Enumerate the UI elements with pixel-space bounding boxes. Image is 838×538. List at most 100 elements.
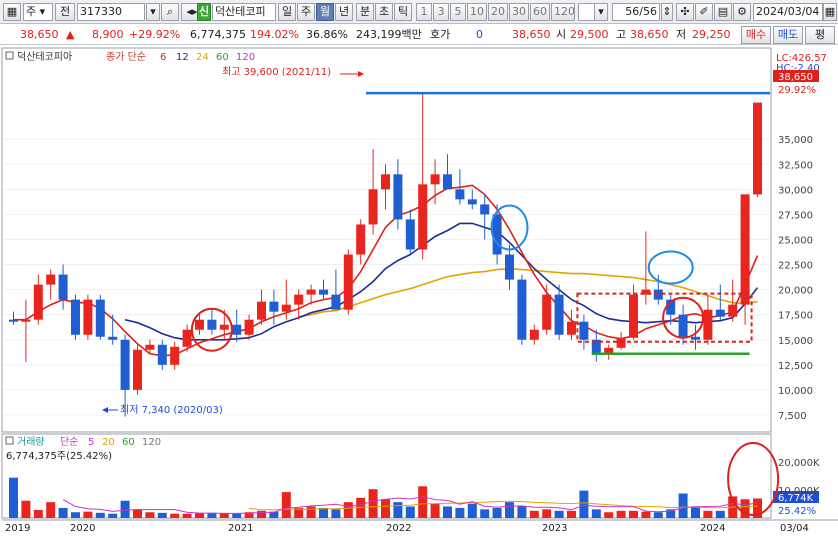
volume-bar-54 (678, 493, 688, 518)
volume-bar-2 (33, 509, 43, 518)
legend-ma24: 24 (196, 52, 209, 63)
candle-body-45 (567, 321, 576, 335)
volume-bar-48 (604, 512, 614, 518)
candle-body-10 (133, 349, 142, 390)
x-label-2022: 2022 (386, 523, 411, 534)
volume-legend-ma5: 5 (88, 437, 94, 448)
volume-bar-44 (554, 510, 564, 518)
volume-bar-37 (467, 503, 477, 518)
x-label-2023: 2023 (542, 523, 567, 534)
volume-bar-31 (393, 502, 403, 518)
search-icon[interactable]: ⌕ (161, 3, 179, 21)
tab-minute[interactable]: 분 (356, 3, 374, 21)
y-tick-30000: 30,000 (778, 185, 813, 196)
eval-button[interactable]: 평 (805, 26, 835, 44)
candle-body-6 (83, 299, 93, 335)
interval-1[interactable]: 1 (416, 3, 432, 21)
crosshair-icon[interactable]: ✣ (676, 3, 694, 21)
candle-body-32 (405, 219, 415, 250)
candle-body-29 (368, 189, 378, 225)
volume-bar-51 (641, 511, 651, 518)
volume-bar-41 (517, 506, 527, 518)
y-tick-15000: 15,000 (778, 336, 813, 347)
volume-bar-39 (492, 507, 502, 518)
sell-button[interactable]: 매도 (773, 26, 803, 44)
volume-legend-type: 단순 (60, 436, 78, 448)
volume-bar-33 (418, 486, 428, 518)
stock-chart[interactable]: 덕산테코피아 종가 단순 6 12 24 60 120 거래량 단순 5 20 … (0, 46, 838, 538)
grid-icon[interactable]: ▦ (3, 3, 21, 21)
volume-value: 6,774,375 (190, 28, 246, 41)
candle-body-57 (715, 309, 725, 317)
tab-tick[interactable]: 틱 (394, 3, 412, 21)
interval-60[interactable]: 60 (530, 3, 550, 21)
volume-legend-ma120: 120 (142, 437, 161, 448)
volume-bar-5 (71, 512, 80, 518)
y-tick-10000: 10,000 (778, 386, 813, 397)
volume-bar-34 (430, 503, 440, 518)
volume-bar-6 (83, 511, 93, 518)
volume-bar-43 (542, 509, 552, 518)
spin-icon[interactable]: ⇕ (661, 3, 673, 21)
candle-body-21 (269, 301, 279, 312)
candle-body-35 (443, 174, 452, 190)
interval-20[interactable]: 20 (488, 3, 508, 21)
candle-body-3 (46, 274, 56, 285)
volume-bar-55 (691, 506, 700, 518)
y-tick-35000: 35,000 (778, 135, 813, 146)
volume-bar-26 (331, 509, 341, 518)
tab-day[interactable]: 일 (278, 3, 296, 21)
tab-second[interactable]: 초 (375, 3, 393, 21)
candle-body-43 (542, 294, 552, 330)
x-label-2021: 2021 (228, 523, 253, 534)
candle-body-9 (120, 339, 130, 390)
high-label: 고 (616, 28, 627, 41)
candle-body-8 (108, 336, 118, 340)
volume-bar-25 (319, 507, 328, 518)
volume-bar-17 (219, 513, 229, 518)
candle-body-31 (393, 174, 403, 220)
volume-bar-8 (108, 513, 118, 518)
price-panel-frame (1, 47, 772, 433)
interval-3[interactable]: 3 (433, 3, 449, 21)
volume-info: 6,774,375주(25.42%) (6, 451, 112, 462)
volume-bar-27 (343, 502, 353, 518)
gear-icon[interactable]: ⚙ (733, 3, 751, 21)
candle-body-60 (753, 102, 762, 195)
calendar-icon[interactable]: ▦ (823, 3, 837, 21)
y-tick-20000: 20,000 (778, 286, 813, 297)
candle-body-22 (281, 304, 291, 312)
volume-bar-7 (95, 512, 105, 518)
candle-body-1 (21, 319, 31, 322)
quote-bar: 38,650 ▲ 8,900 +29.92% 6,774,375 194.02%… (0, 25, 838, 45)
chevron-down-icon: ▾ (39, 5, 46, 18)
save-icon[interactable]: ▤ (714, 3, 732, 21)
tab-week[interactable]: 주 (297, 3, 315, 21)
candle-body-2 (33, 284, 43, 320)
interval-120[interactable]: 120 (551, 3, 575, 21)
candle-body-7 (95, 299, 105, 337)
period-selector-value: 주 (26, 5, 37, 18)
draw-tool-icon[interactable]: ✐ (695, 3, 713, 21)
interval-5[interactable]: 5 (450, 3, 466, 21)
period-selector[interactable]: 주 ▾ (23, 3, 53, 21)
prev-button[interactable]: 전 (55, 3, 75, 21)
buy-button[interactable]: 매수 (741, 26, 771, 44)
code-input[interactable]: 317330 (77, 3, 145, 21)
volume-legend-ma60: 60 (122, 437, 135, 448)
date-field[interactable]: 2024/03/04 (753, 3, 823, 21)
candle-body-16 (207, 319, 217, 330)
interval-10[interactable]: 10 (467, 3, 487, 21)
interval-dropdown-icon[interactable]: ▾ (594, 3, 608, 21)
tab-month[interactable]: 월 (316, 3, 334, 21)
tab-year[interactable]: 년 (335, 3, 353, 21)
volume-tick-10000k: 10,000K (778, 486, 820, 497)
candle-body-37 (467, 199, 477, 205)
candle-body-13 (170, 346, 180, 365)
interval-30[interactable]: 30 (509, 3, 529, 21)
code-dropdown-icon[interactable]: ▾ (146, 3, 160, 21)
candle-body-44 (554, 294, 564, 335)
volume-legend-title: 거래량 (17, 436, 45, 448)
candle-body-20 (257, 301, 266, 320)
candle-body-38 (480, 204, 490, 215)
